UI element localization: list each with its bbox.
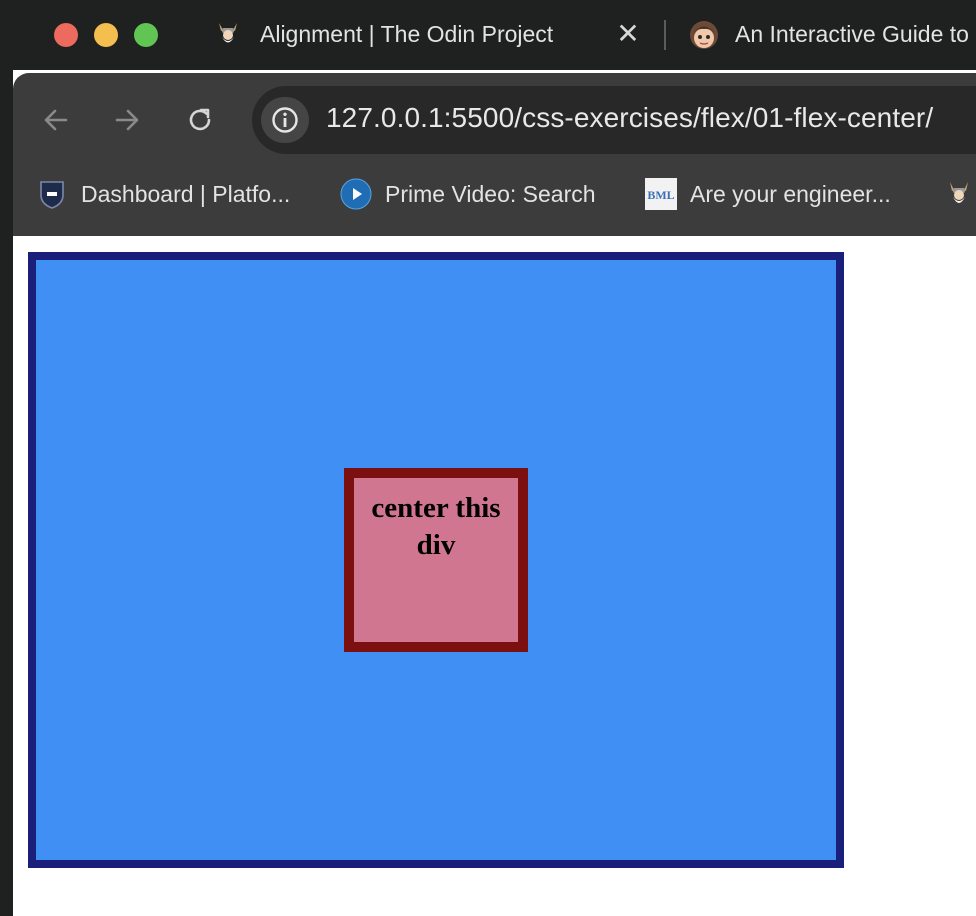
- bookmark-prime-video[interactable]: Prime Video: Search: [340, 176, 596, 212]
- svg-text:BML: BML: [647, 188, 674, 202]
- bml-logo-icon: BML: [645, 178, 677, 210]
- odin-viking-icon: [214, 20, 242, 48]
- forward-button[interactable]: [107, 100, 147, 140]
- info-icon: [272, 107, 298, 133]
- bookmark-engineers[interactable]: BML Are your engineer...: [645, 176, 891, 212]
- browser-window: Alignment | The Odin Project ✕ An Intera…: [0, 0, 976, 916]
- reload-icon: [189, 108, 211, 131]
- tab-title: An Interactive Guide to Flexbox: [735, 20, 976, 47]
- shield-icon: [36, 178, 68, 210]
- arrow-left-icon: [44, 109, 68, 131]
- flex-container: center this div: [28, 252, 844, 868]
- maximize-window-button[interactable]: [134, 23, 158, 47]
- close-tab-icon[interactable]: ✕: [614, 18, 642, 50]
- tab-alignment[interactable]: Alignment | The Odin Project: [214, 14, 553, 54]
- bookmark-label: Are your engineer...: [690, 180, 891, 207]
- bookmark-dashboard[interactable]: Dashboard | Platfo...: [36, 176, 290, 212]
- back-button[interactable]: [36, 100, 76, 140]
- tab-separator: [664, 20, 666, 50]
- reload-button[interactable]: [180, 100, 220, 140]
- tab-flexbox-guide[interactable]: An Interactive Guide to Flexbox: [689, 14, 976, 54]
- avatar-face-icon: [689, 20, 718, 49]
- bookmark-label: Prime Video: Search: [385, 180, 596, 207]
- arrow-right-icon: [115, 109, 139, 131]
- url-text[interactable]: 127.0.0.1:5500/css-exercises/flex/01-fle…: [326, 102, 933, 134]
- window-edge: [0, 0, 13, 916]
- bookmark-odin[interactable]: [943, 176, 976, 212]
- play-circle-icon: [340, 178, 372, 210]
- odin-viking-icon: [943, 178, 975, 210]
- tab-title: Alignment | The Odin Project: [260, 20, 554, 47]
- site-info-button[interactable]: [261, 97, 309, 143]
- bookmark-label: Dashboard | Platfo...: [81, 180, 291, 207]
- center-box: center this div: [344, 468, 528, 652]
- close-window-button[interactable]: [54, 23, 78, 47]
- minimize-window-button[interactable]: [94, 23, 118, 47]
